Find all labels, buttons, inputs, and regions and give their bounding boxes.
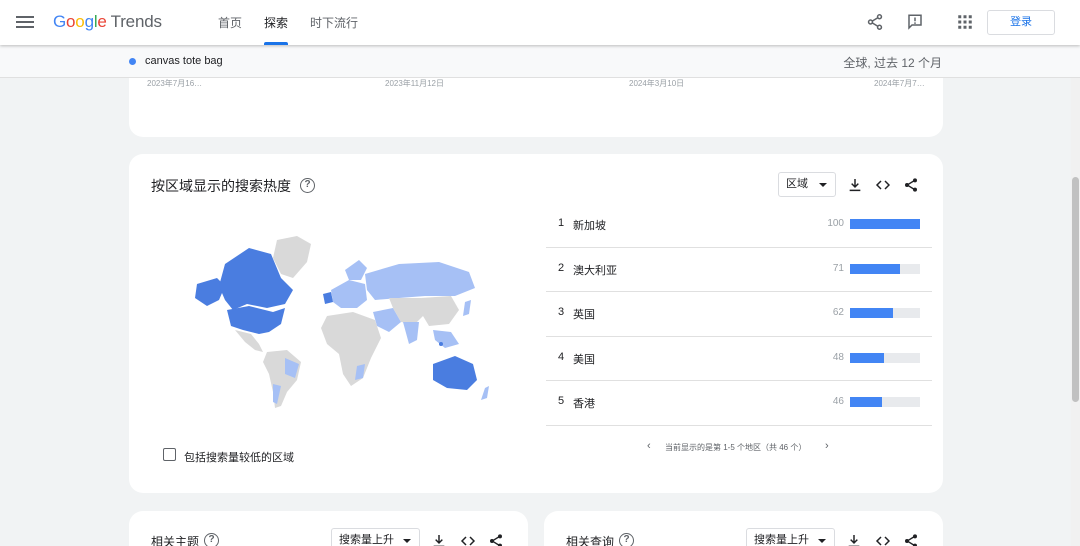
map-region-south-america[interactable] xyxy=(263,350,301,408)
map-region-uk[interactable] xyxy=(323,292,333,304)
map-region-scandinavia[interactable] xyxy=(345,260,367,280)
world-map[interactable] xyxy=(189,234,489,414)
map-region-singapore[interactable] xyxy=(439,342,443,346)
share-icon[interactable] xyxy=(903,177,919,193)
pager-prev-button[interactable]: ‹ xyxy=(647,440,651,452)
x-tick-label: 2023年7月16… xyxy=(147,79,203,88)
x-tick-label: 2023年11月12日 xyxy=(385,79,444,88)
download-icon[interactable] xyxy=(847,177,863,193)
term-color-dot xyxy=(129,58,136,65)
rank-number: 2 xyxy=(558,261,565,274)
tab-home[interactable]: 首页 xyxy=(218,0,242,45)
region-name: 澳大利亚 xyxy=(573,264,617,277)
page-scrollbar[interactable] xyxy=(1071,45,1080,546)
tab-trending-now[interactable]: 时下流行 xyxy=(310,0,358,45)
main-nav: 首页 探索 时下流行 xyxy=(218,0,380,45)
scrollbar-thumb[interactable] xyxy=(1072,177,1079,402)
share-icon[interactable] xyxy=(488,533,504,546)
map-region-greenland[interactable] xyxy=(273,236,311,278)
resolution-select[interactable]: 区域 xyxy=(778,172,836,197)
search-term-bar: canvas tote bag 全球, 过去 12 个月 xyxy=(0,45,1080,78)
login-button[interactable]: 登录 xyxy=(987,10,1055,35)
help-icon[interactable]: ? xyxy=(619,533,634,546)
region-name: 英国 xyxy=(573,309,595,321)
region-name: 香港 xyxy=(573,398,595,410)
tab-explore[interactable]: 探索 xyxy=(264,0,289,45)
pager-status: 当前显示的是第 1-5 个地区（共 46 个） xyxy=(665,443,807,452)
help-icon[interactable]: ? xyxy=(300,178,315,193)
value-bar xyxy=(850,308,894,318)
region-value: 62 xyxy=(832,307,844,318)
include-low-volume-label: 包括搜索量较低的区域 xyxy=(184,452,294,464)
value-bar-track xyxy=(850,397,920,407)
rank-number: 1 xyxy=(558,217,565,229)
map-region-africa[interactable] xyxy=(321,312,381,386)
download-icon[interactable] xyxy=(431,533,447,546)
rank-number: 5 xyxy=(558,395,565,407)
map-region-europe[interactable] xyxy=(331,280,367,308)
region-value: 48 xyxy=(832,351,844,363)
feedback-icon[interactable] xyxy=(906,13,924,31)
map-region-india[interactable] xyxy=(403,322,419,344)
scope-summary[interactable]: 全球, 过去 12 个月 xyxy=(843,54,942,71)
share-icon[interactable] xyxy=(866,13,884,31)
region-name: 新加坡 xyxy=(573,220,606,232)
region-name: 美国 xyxy=(573,353,595,366)
card-title: 按区域显示的搜索热度 xyxy=(151,178,291,194)
related-topics-card: 相关主题 ? 搜索量上升 xyxy=(129,511,528,546)
value-bar-track xyxy=(850,352,920,363)
ranking-row[interactable]: 4 美国 48 xyxy=(546,337,932,381)
ranking-row[interactable]: 1 新加坡 100 xyxy=(546,203,932,248)
embed-icon[interactable] xyxy=(875,177,891,193)
google-trends-logo[interactable]: Google Trends xyxy=(53,12,162,32)
value-bar xyxy=(850,397,883,407)
download-icon[interactable] xyxy=(846,533,862,546)
map-region-china[interactable] xyxy=(421,296,459,326)
region-value: 71 xyxy=(832,262,844,274)
ranking-row[interactable]: 2 澳大利亚 71 xyxy=(546,248,932,292)
value-bar xyxy=(850,263,900,274)
include-low-volume-checkbox[interactable] xyxy=(163,448,176,461)
menu-icon[interactable] xyxy=(16,13,34,31)
share-icon[interactable] xyxy=(903,533,919,546)
region-ranking-list: 1 新加坡 100 2 澳大利亚 71 3 英国 62 4 美国 48 5 香港… xyxy=(546,203,932,426)
region-value: 100 xyxy=(827,218,844,229)
rank-number: 4 xyxy=(558,350,565,363)
value-bar-track xyxy=(850,263,920,274)
caret-down-icon xyxy=(403,539,411,543)
related-queries-card: 相关查询 ? 搜索量上升 xyxy=(544,511,943,546)
embed-icon[interactable] xyxy=(875,533,891,546)
related-topics-select[interactable]: 搜索量上升 xyxy=(331,528,420,546)
ranking-row[interactable]: 5 香港 46 xyxy=(546,381,932,426)
map-region-southeast-asia[interactable] xyxy=(433,330,459,348)
map-region-new-zealand[interactable] xyxy=(481,386,489,400)
value-bar-track xyxy=(850,308,920,318)
x-tick-label: 2024年7月7… xyxy=(874,79,925,88)
x-tick-label: 2024年3月10日 xyxy=(629,79,685,88)
related-queries-select[interactable]: 搜索量上升 xyxy=(746,528,835,546)
map-region-russia[interactable] xyxy=(365,262,475,300)
value-bar-track xyxy=(850,219,920,229)
map-region-usa[interactable] xyxy=(227,306,285,334)
caret-down-icon xyxy=(818,539,826,543)
map-region-japan[interactable] xyxy=(463,300,471,316)
card-title: 相关主题 xyxy=(151,535,200,546)
pager-next-button[interactable]: › xyxy=(825,440,829,452)
value-bar xyxy=(850,219,920,229)
caret-down-icon xyxy=(819,183,827,187)
interest-by-region-card: 按区域显示的搜索热度 ? 区域 包括搜索量较低的区域 1 新加坡 100 2 澳… xyxy=(129,154,943,493)
help-icon[interactable]: ? xyxy=(204,533,219,546)
embed-icon[interactable] xyxy=(460,533,476,546)
apps-icon[interactable] xyxy=(956,13,974,31)
value-bar xyxy=(850,352,884,363)
ranking-row[interactable]: 3 英国 62 xyxy=(546,292,932,337)
card-title: 相关查询 xyxy=(566,535,615,546)
map-region-australia[interactable] xyxy=(433,356,477,390)
rank-number: 3 xyxy=(558,306,565,318)
top-app-bar: Google Trends 首页 探索 时下流行 登录 xyxy=(0,0,1080,45)
search-term[interactable]: canvas tote bag xyxy=(145,55,223,67)
region-value: 46 xyxy=(832,396,844,407)
